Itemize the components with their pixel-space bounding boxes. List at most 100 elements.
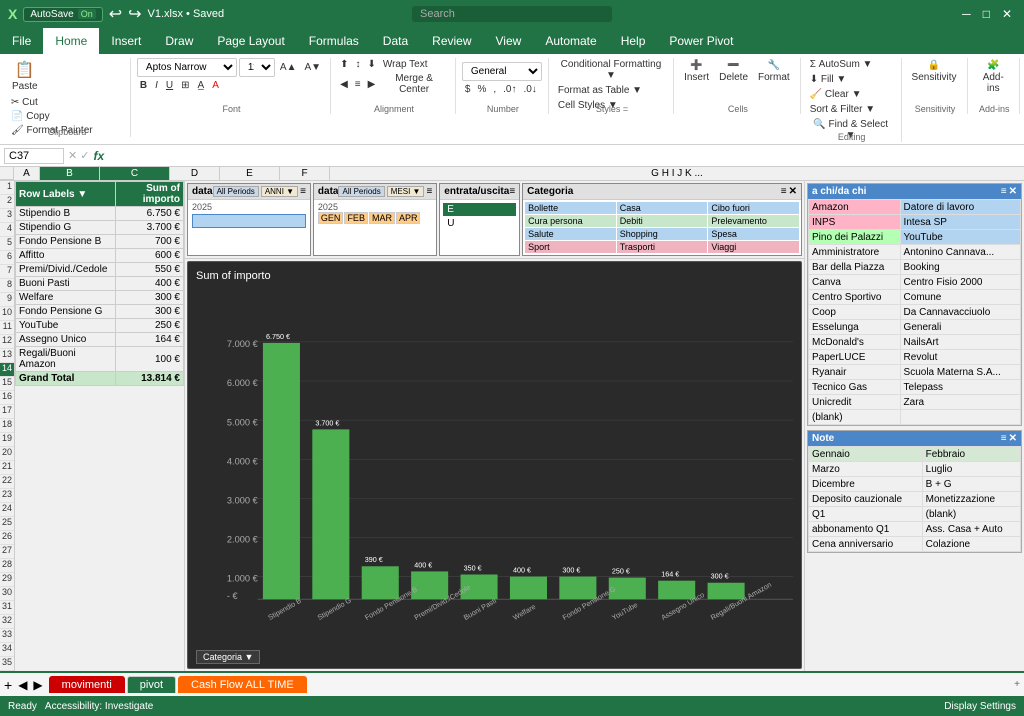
cat-viaggi[interactable]: Viaggi: [708, 241, 799, 253]
month-feb[interactable]: FEB: [344, 212, 368, 224]
formula-input[interactable]: [108, 150, 1020, 162]
year-2025-label[interactable]: 2025: [192, 202, 306, 212]
pivot-row-9[interactable]: Assegno Unico164 €: [16, 333, 184, 347]
data-slicer-months-all-periods[interactable]: All Periods: [338, 186, 384, 197]
display-settings[interactable]: Display Settings: [944, 701, 1016, 712]
copy-button[interactable]: 📄 Copy: [8, 110, 96, 123]
data-slicer-years-filter-icon[interactable]: ≡: [300, 186, 306, 197]
categoria-field-button[interactable]: Categoria ▼: [196, 650, 260, 664]
bar-fondo-pensione-b[interactable]: [362, 566, 399, 599]
tab-cash-flow[interactable]: Cash Flow ALL TIME: [178, 676, 307, 693]
note-row-cena[interactable]: Cena anniversarioColazione: [809, 537, 1021, 552]
chart-container[interactable]: Sum of importo 7.000 € 6.000 € 5.000 € 4…: [187, 261, 802, 669]
col-header-E[interactable]: E: [220, 167, 280, 180]
cat-sport[interactable]: Sport: [525, 241, 616, 253]
note-clear-icon[interactable]: ✕: [1009, 433, 1017, 444]
tab-formulas[interactable]: Formulas: [297, 28, 371, 54]
tab-data[interactable]: Data: [371, 28, 420, 54]
pivot-row-8[interactable]: YouTube250 €: [16, 319, 184, 333]
chi-row-mcdonalds[interactable]: McDonald'sNailsArt: [809, 335, 1021, 350]
font-size-select[interactable]: 11: [239, 58, 275, 77]
months-scrollbar[interactable]: [318, 224, 432, 230]
tab-page-layout[interactable]: Page Layout: [205, 28, 296, 54]
comma-button[interactable]: ,: [490, 83, 499, 96]
cat-cura-persona[interactable]: Cura persona: [525, 215, 616, 227]
increase-font-button[interactable]: A▲: [277, 61, 300, 74]
tab-file[interactable]: File: [0, 28, 43, 54]
tab-pivot[interactable]: pivot: [127, 676, 176, 693]
sort-filter-button[interactable]: Sort & Filter ▼: [807, 103, 895, 116]
tab-power-pivot[interactable]: Power Pivot: [657, 28, 745, 54]
cat-prelevamento[interactable]: Prelevamento: [708, 215, 799, 227]
bar-stipendio-b[interactable]: [263, 343, 300, 599]
note-row-mar[interactable]: MarzoLuglio: [809, 462, 1021, 477]
search-input[interactable]: [412, 6, 612, 22]
paste-button[interactable]: 📋 Paste: [8, 58, 42, 94]
scroll-sheets-left[interactable]: ◀: [18, 678, 27, 692]
chi-row-centro[interactable]: Centro SportivoComune: [809, 290, 1021, 305]
pivot-row-4[interactable]: Premi/Divid./Cedole550 €: [16, 263, 184, 277]
tab-help[interactable]: Help: [609, 28, 658, 54]
decrease-font-button[interactable]: A▼: [301, 61, 324, 74]
chi-row-blank[interactable]: (blank): [809, 410, 1021, 425]
chi-row-inps[interactable]: INPS Intesa SP: [809, 215, 1021, 230]
cat-shopping[interactable]: Shopping: [617, 228, 708, 240]
pivot-row-3[interactable]: Affitto600 €: [16, 249, 184, 263]
align-middle-button[interactable]: ↕: [352, 58, 363, 71]
close-button[interactable]: ✕: [998, 7, 1016, 21]
pivot-row-1[interactable]: Stipendio G3.700 €: [16, 221, 184, 235]
cut-button[interactable]: ✂ Cut: [8, 96, 96, 109]
scroll-sheets-right[interactable]: ▶: [33, 678, 42, 692]
tab-draw[interactable]: Draw: [153, 28, 205, 54]
col-header-B[interactable]: B: [40, 167, 100, 180]
categoria-clear-icon[interactable]: ✕: [789, 186, 797, 197]
number-format-select[interactable]: General: [462, 62, 542, 81]
month-mar[interactable]: MAR: [369, 212, 395, 224]
month-apr[interactable]: APR: [396, 212, 421, 224]
entrata-filter-icon[interactable]: ≡: [509, 186, 515, 197]
cat-trasporti[interactable]: Trasporti: [617, 241, 708, 253]
note-row-dic[interactable]: DicembreB + G: [809, 477, 1021, 492]
pivot-row-0[interactable]: Stipendio B6.750 €: [16, 207, 184, 221]
undo-button[interactable]: ↩: [109, 4, 122, 24]
align-top-button[interactable]: ⬆: [337, 58, 351, 71]
chi-row-esselunga[interactable]: EsselungaGenerali: [809, 320, 1021, 335]
format-button[interactable]: 🔧 Format: [754, 58, 794, 85]
autosum-button[interactable]: Σ AutoSum ▼: [807, 58, 895, 71]
chi-row-amm[interactable]: AmministratoreAntonino Cannava...: [809, 245, 1021, 260]
bar-stipendio-g[interactable]: [312, 429, 349, 599]
col-header-F[interactable]: F: [280, 167, 330, 180]
tab-add-plus[interactable]: +: [1014, 679, 1020, 690]
redo-button[interactable]: ↪: [128, 4, 141, 24]
italic-button[interactable]: I: [152, 79, 161, 92]
bar-welfare[interactable]: [510, 577, 547, 600]
border-button[interactable]: ⊞: [178, 79, 192, 92]
chi-row-unicredit[interactable]: UnicreditZara: [809, 395, 1021, 410]
pivot-row-10[interactable]: Regali/Buoni Amazon100 €: [16, 347, 184, 372]
insert-button[interactable]: ➕ Insert: [680, 58, 713, 85]
categoria-filter-icon[interactable]: ≡: [781, 186, 787, 197]
chi-da-chi-filter-icon[interactable]: ≡: [1001, 186, 1007, 197]
chi-row-ryanair[interactable]: RyanairScuola Materna S.A...: [809, 365, 1021, 380]
note-row-q1[interactable]: Q1(blank): [809, 507, 1021, 522]
tab-review[interactable]: Review: [420, 28, 483, 54]
chi-row-amazon[interactable]: Amazon Datore di lavoro: [809, 200, 1021, 215]
slicer-scrollbar[interactable]: [192, 230, 306, 236]
chi-row-bar[interactable]: Bar della PiazzaBooking: [809, 260, 1021, 275]
pivot-row-2[interactable]: Fondo Pensione B700 €: [16, 235, 184, 249]
addins-button[interactable]: 🧩 Add-ins: [974, 58, 1013, 96]
align-bottom-button[interactable]: ⬇: [364, 58, 378, 71]
font-color-button[interactable]: A: [209, 79, 222, 92]
month-gen[interactable]: GEN: [318, 212, 344, 224]
tab-insert[interactable]: Insert: [99, 28, 153, 54]
format-as-table-button[interactable]: Format as Table ▼: [555, 84, 667, 97]
fill-button[interactable]: ⬇ Fill ▼: [807, 73, 895, 86]
data-slicer-months-filter-icon[interactable]: ≡: [426, 186, 432, 197]
align-left-button[interactable]: ◀: [337, 72, 351, 96]
chi-row-canva[interactable]: CanvaCentro Fisio 2000: [809, 275, 1021, 290]
pivot-row-6[interactable]: Welfare300 €: [16, 291, 184, 305]
wrap-text-button[interactable]: Wrap Text: [380, 58, 431, 71]
note-row-gen[interactable]: GennaioFebbraio: [809, 447, 1021, 462]
currency-button[interactable]: $: [462, 83, 474, 96]
entrata-item-U[interactable]: U: [443, 217, 516, 230]
